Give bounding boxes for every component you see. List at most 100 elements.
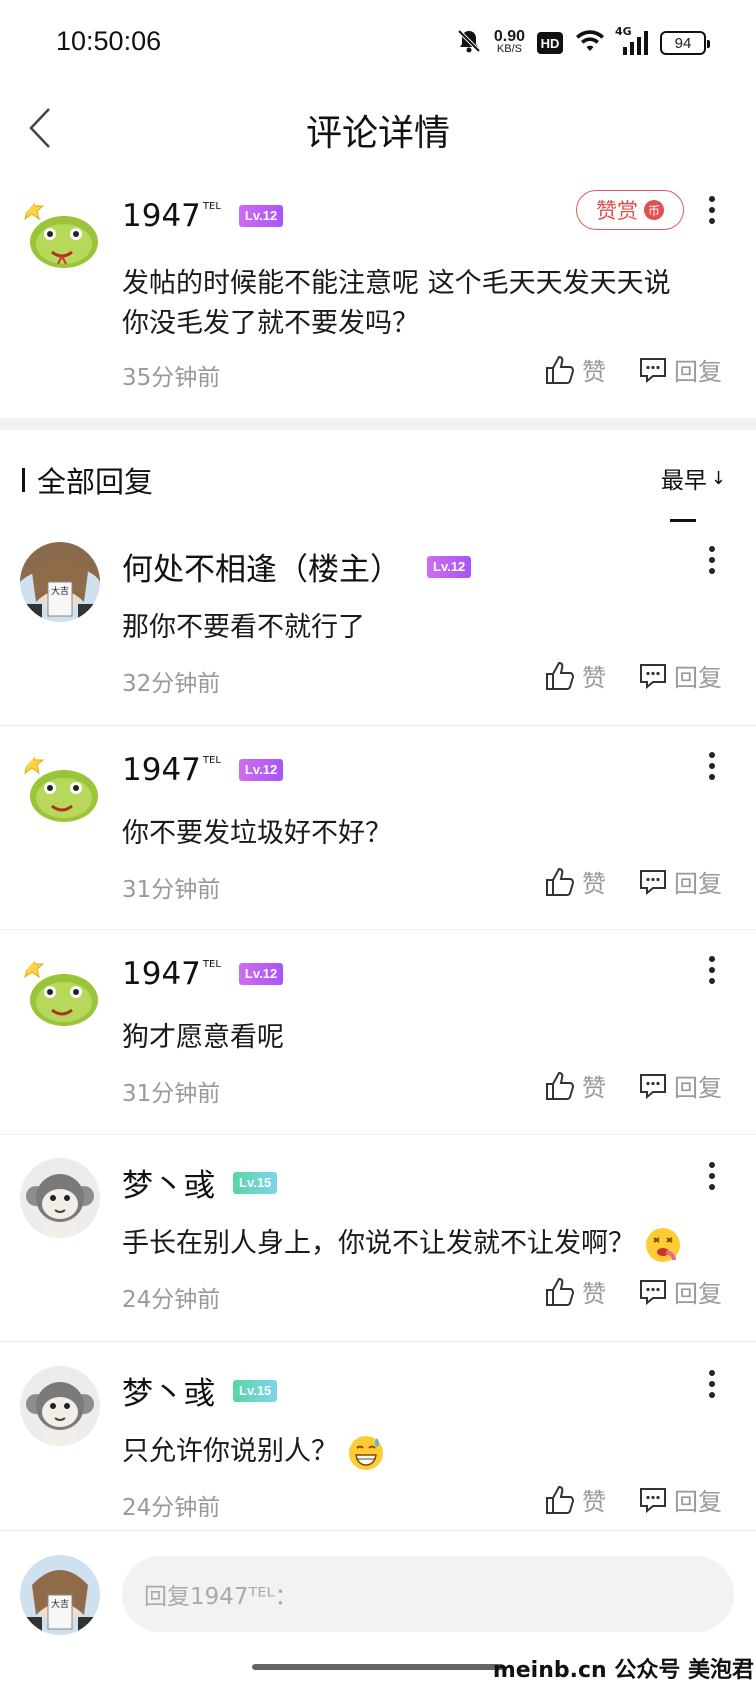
comment-time: 24分钟前 [122,1287,221,1313]
avatar[interactable]: 大吉 [20,542,100,622]
chat-bubble-icon [640,1279,666,1305]
svg-text:大吉: 大吉 [51,1598,69,1610]
status-icons: 0.90 KB/S HD 4G 94 [456,25,710,60]
avatar[interactable] [20,1158,100,1238]
sort-button[interactable]: 最早 ↓ [661,461,726,495]
comment-time: 35分钟前 [122,365,221,391]
home-indicator[interactable] [252,1664,504,1670]
snake-avatar-icon [20,952,100,1032]
more-options-button[interactable] [702,1366,722,1402]
like-button[interactable]: 赞 [544,352,606,387]
more-options-button[interactable] [702,192,722,228]
username[interactable]: 1947 TEL Lv.12 [122,956,284,992]
avatar[interactable] [20,748,100,828]
replies-header: 全部回复 最早 ↓ [0,455,756,525]
like-button[interactable]: 赞 [544,864,606,899]
cellular-signal-icon: 4G [615,25,648,55]
more-options-button[interactable] [702,952,722,988]
status-time: 10:50:06 [56,26,162,56]
main-comment: 1947 TEL Lv.12 赞赏 币 发帖的时候能不能注意呢 这个毛天天发天天说… [0,186,756,416]
snake-avatar-icon [20,748,100,828]
username[interactable]: 梦丶彧 Lv.15 [122,1368,278,1413]
like-button[interactable]: 赞 [544,1482,606,1517]
avatar[interactable] [20,1366,100,1446]
battery-indicator: 94 [660,31,710,55]
chat-bubble-icon [640,357,666,383]
comment-time: 24分钟前 [122,1495,221,1521]
network-speed: 0.90 KB/S [493,28,525,56]
tip-button[interactable]: 赞赏 币 [576,190,684,230]
mute-bell-icon [456,28,482,58]
thumbs-up-icon [546,1071,575,1100]
thumbs-up-icon [546,1485,575,1514]
my-avatar[interactable]: 大吉 [20,1555,100,1635]
monkey-avatar-icon [20,1158,100,1238]
comment-time: 32分钟前 [122,671,221,697]
chat-bubble-icon [640,1073,666,1099]
reply-item: 大吉 何处不相逢（楼主） Lv.12 那你不要看不就行了 32分钟前 赞 回复 [0,540,756,725]
like-button[interactable]: 赞 [544,1068,606,1103]
reply-item: 1947 TEL Lv.12 狗才愿意看呢 31分钟前 赞 回复 [0,950,756,1135]
username[interactable]: 1947 TEL Lv.12 [122,752,284,788]
reply-button[interactable]: 回复 [638,352,722,387]
comment-text: 你不要发垃圾好不好？ [122,818,392,849]
username[interactable]: 梦丶彧 Lv.15 [122,1160,278,1205]
grinning-sweat-emoji-icon [348,1435,383,1470]
hd-badge: HD [537,32,563,54]
level-badge: Lv.12 [238,205,284,227]
thumbs-up-icon [546,1277,575,1306]
divider [0,1341,756,1342]
watermark: meinb.cn 公众号 美泡君 [492,1658,754,1683]
reply-button[interactable]: 回复 [638,1482,722,1517]
like-button[interactable]: 赞 [544,1274,606,1309]
status-bar: 10:50:06 0.90 KB/S HD 4G 94 [0,0,756,86]
like-button[interactable]: 赞 [544,658,606,693]
level-badge: Lv.12 [238,759,284,781]
comment-text: 狗才愿意看呢 [122,1022,284,1053]
reply-button[interactable]: 回复 [638,1274,722,1309]
reply-button[interactable]: 回复 [638,864,722,899]
nav-bar: 评论详情 [0,86,756,166]
comment-text: 只允许你说别人？ [122,1432,696,1472]
comment-text: 那你不要看不就行了 [122,612,365,643]
level-badge: Lv.15 [233,1171,278,1194]
more-options-button[interactable] [702,1158,722,1194]
more-options-button[interactable] [702,542,722,578]
thumbs-up-icon [546,355,575,384]
section-title: 全部回复 [22,459,153,501]
anime-girl-avatar-icon: 大吉 [20,542,100,622]
username[interactable]: 1947 TEL Lv.12 [122,198,284,234]
username[interactable]: 何处不相逢（楼主） Lv.12 [122,544,472,589]
page-title: 评论详情 [305,113,450,154]
comment-text: 发帖的时候能不能注意呢 这个毛天天发天天说你没毛发了就不要发吗？ [122,268,671,339]
comment-time: 31分钟前 [122,1081,221,1107]
sort-arrow-icon: ↓ [710,467,726,489]
dizzy-face-emoji-icon [645,1227,680,1262]
section-separator [0,418,756,430]
avatar[interactable] [20,194,100,274]
thumbs-up-icon [546,867,575,896]
level-badge: Lv.12 [427,555,472,578]
reply-item: 1947 TEL Lv.12 你不要发垃圾好不好？ 31分钟前 赞 回复 [0,746,756,931]
more-options-button[interactable] [702,748,722,784]
thumbs-up-icon [546,661,575,690]
divider [0,1134,756,1135]
comment-text: 手长在别人身上，你说不让发就不让发啊？ [122,1224,726,1264]
svg-text:大吉: 大吉 [51,585,69,597]
divider [0,725,756,726]
reply-button[interactable]: 回复 [638,1068,722,1103]
reply-input[interactable]: 回复1947ᵀᴱᴸ： [122,1556,734,1632]
chat-bubble-icon [640,1487,666,1513]
coin-icon: 币 [644,200,664,220]
level-badge: Lv.15 [233,1379,278,1402]
chat-bubble-icon [640,869,666,895]
reply-item: 梦丶彧 Lv.15 只允许你说别人？ 24分钟前 赞 回复 [0,1364,756,1529]
comment-time: 31分钟前 [122,877,221,903]
sort-underline [670,519,696,522]
reply-bar: 大吉 回复1947ᵀᴱᴸ： [0,1530,756,1660]
reply-item: 梦丶彧 Lv.15 手长在别人身上，你说不让发就不让发啊？ 24分钟前 赞 回复 [0,1156,756,1341]
reply-button[interactable]: 回复 [638,658,722,693]
divider [0,929,756,930]
avatar[interactable] [20,952,100,1032]
wifi-icon [575,29,605,57]
